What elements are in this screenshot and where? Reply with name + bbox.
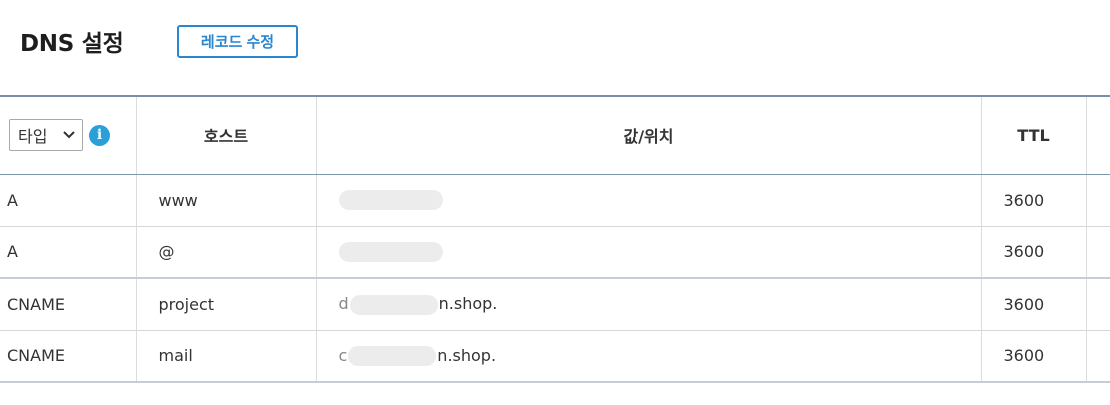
type-column-header: 타입 i (0, 96, 136, 175)
table-row[interactable]: A @ 3600 (0, 226, 1110, 279)
table-row[interactable]: CNAME mail c n.shop. 3600 (0, 330, 1110, 383)
value-prefix: c (338, 345, 348, 365)
value-suffix: n.shop. (437, 345, 497, 365)
host-column-header: 호스트 (135, 96, 316, 175)
table-row[interactable]: CNAME project d n.shop. 3600 (0, 278, 1110, 331)
type-filter-select[interactable]: 타입 (9, 119, 83, 152)
record-extra (1085, 226, 1110, 279)
record-host: mail (135, 330, 316, 383)
record-host: www (135, 174, 316, 227)
chevron-down-icon (63, 131, 75, 139)
table-header-row: 타입 i 호스트 값/위치 TTL (0, 96, 1110, 175)
redacted-value (338, 242, 443, 262)
record-host: project (135, 278, 316, 331)
record-type: A (0, 226, 136, 279)
info-icon[interactable]: i (89, 124, 110, 146)
redacted-value (338, 190, 443, 211)
record-ttl: 3600 (980, 278, 1086, 331)
record-type: CNAME (0, 330, 136, 383)
value-suffix: n.shop. (438, 294, 498, 313)
page-title: DNS 설정 (20, 31, 124, 57)
record-extra (1085, 174, 1110, 227)
record-value: d n.shop. (315, 278, 981, 331)
record-extra (1085, 278, 1110, 331)
record-value (315, 226, 981, 279)
record-ttl: 3600 (980, 330, 1086, 383)
value-prefix: d (338, 294, 349, 313)
dns-records-table: 타입 i 호스트 값/위치 TTL A www 3600 A @ 3600 CN… (0, 95, 1110, 383)
redacted-value (349, 294, 438, 315)
extra-column-header (1085, 96, 1110, 175)
type-filter-label: 타입 (18, 127, 48, 147)
redacted-value (348, 346, 437, 366)
record-value: c n.shop. (315, 330, 981, 383)
record-host: @ (135, 226, 316, 279)
edit-records-button[interactable]: 레코드 수정 (177, 25, 298, 58)
record-extra (1085, 330, 1110, 383)
record-type: A (0, 174, 136, 227)
page-header: DNS 설정 레코드 수정 (0, 0, 1110, 95)
value-column-header: 값/위치 (315, 96, 981, 175)
ttl-column-header: TTL (980, 96, 1086, 175)
record-value (315, 174, 981, 227)
record-ttl: 3600 (980, 174, 1086, 227)
record-type: CNAME (0, 278, 136, 331)
record-ttl: 3600 (980, 226, 1086, 279)
table-row[interactable]: A www 3600 (0, 174, 1110, 227)
